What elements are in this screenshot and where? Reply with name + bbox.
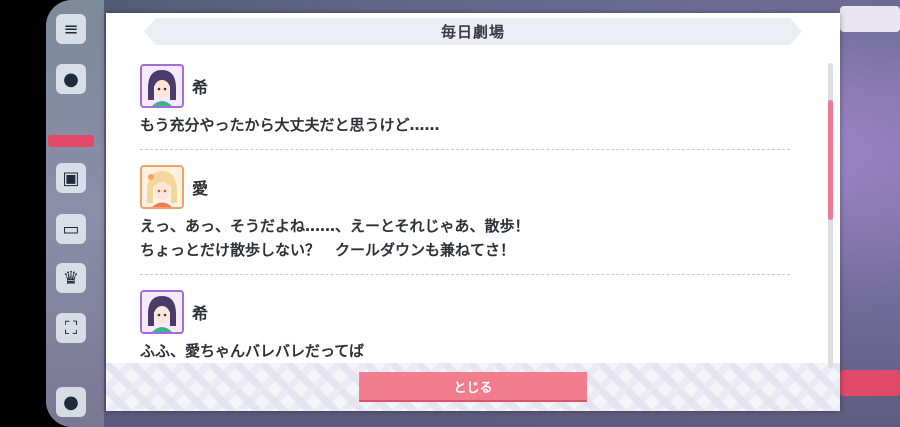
dialog-title-bar: 毎日劇場: [144, 18, 802, 45]
nozomi-avatar: [140, 290, 184, 334]
dialogue-line: えっ、あっ、そうだよね……、えーとそれじゃあ、散歩！: [140, 217, 530, 235]
scrollbar[interactable]: [828, 63, 833, 368]
dialogue-line: もう充分やったから大丈夫だと思うけど……: [140, 116, 440, 134]
nozomi-avatar: [140, 64, 184, 108]
speaker-name: 希: [192, 78, 209, 97]
entry-divider: [140, 149, 790, 150]
profile-icon[interactable]: ●: [56, 387, 86, 417]
dialogue-entry: 希 もう充分やったから大丈夫だと思うけど……: [140, 63, 798, 150]
speaker-name: 愛: [192, 179, 209, 198]
monitor-icon[interactable]: ▭: [56, 214, 86, 244]
close-button[interactable]: とじる: [359, 372, 587, 400]
event-banner[interactable]: [840, 370, 900, 396]
menu-icon[interactable]: ≡: [56, 14, 86, 44]
dialogue-line: ふふ、愛ちゃんバレバレだってば: [140, 342, 364, 360]
dialogue-entry: 愛 えっ、あっ、そうだよね……、えーとそれじゃあ、散歩！ ちょっとだけ散歩しない…: [140, 164, 798, 275]
trophy-icon[interactable]: ♛: [56, 263, 86, 293]
ai-avatar: [140, 165, 184, 209]
speaker-name: 希: [192, 304, 209, 323]
entry-divider: [140, 274, 790, 275]
dialogue-entry: 希 ふふ、愛ちゃんバレバレだってば: [140, 289, 798, 363]
currency-display: [840, 6, 900, 32]
gift-icon[interactable]: ▣: [56, 163, 86, 193]
dialogue-log[interactable]: 希 もう充分やったから大丈夫だと思うけど…… 愛 えっ、あっ、そうだよね……、え…: [140, 63, 798, 368]
daily-theater-dialog: 毎日劇場 希 もう充分やったから大丈夫だと思うけど…… 愛 えっ、あっ、そうだよ…: [106, 13, 840, 411]
chat-icon[interactable]: ●: [56, 64, 86, 94]
scrollbar-thumb[interactable]: [828, 100, 833, 220]
dialog-title: 毎日劇場: [440, 23, 505, 41]
event-badge: [48, 135, 94, 147]
dialogue-line: ちょっとだけ散歩しない？ クールダウンも兼ねてさ！: [140, 241, 516, 259]
expand-icon[interactable]: ⛶: [56, 313, 86, 343]
